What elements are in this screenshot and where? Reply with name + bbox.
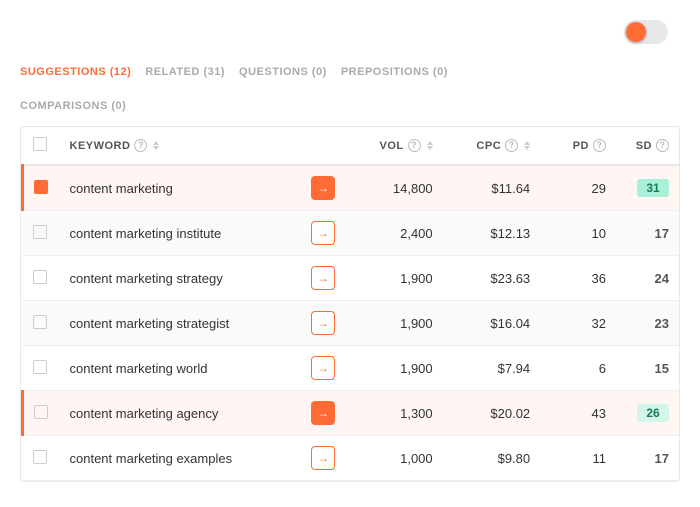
sd-value: 23 — [614, 301, 679, 346]
cpc-value: $20.02 — [441, 391, 539, 436]
pd-value: 10 — [538, 211, 614, 256]
table-row: content marketing institute→2,400$12.131… — [23, 211, 680, 256]
sd-value: 26 — [614, 391, 679, 436]
table-row: content marketing strategy → 1,900$23.6336… — [23, 256, 680, 301]
cpc-value: $7.94 — [441, 346, 539, 391]
pd-value: 43 — [538, 391, 614, 436]
vol-value: 1,300 — [343, 391, 441, 436]
col-header-cpc: CPC ? — [441, 127, 539, 165]
row-checkbox[interactable] — [33, 270, 47, 284]
pd-info-icon[interactable]: ? — [593, 139, 606, 152]
keyword-text: content marketing world — [70, 361, 304, 376]
tab-questions[interactable]: QUESTIONS (0) — [239, 62, 341, 82]
pd-value: 36 — [538, 256, 614, 301]
keyword-text: content marketing institute — [70, 226, 304, 241]
table-row: content marketing agency → 1,300$20.024326 — [23, 391, 680, 436]
table-row: content marketing → 14,800$11.642931 — [23, 165, 680, 211]
tab-prepositions[interactable]: PREPOSITIONS (0) — [341, 62, 462, 82]
cpc-value: $23.63 — [441, 256, 539, 301]
sd-value: 24 — [614, 256, 679, 301]
vol-value: 2,400 — [343, 211, 441, 256]
tab-comparisons[interactable]: COMPARISONS (0) — [20, 96, 140, 116]
col-header-keyword: KEYWORD ? — [62, 127, 344, 165]
vol-info-icon[interactable]: ? — [408, 139, 421, 152]
vol-value: 1,900 — [343, 301, 441, 346]
toggle-knob — [626, 22, 646, 42]
cpc-value: $9.80 — [441, 436, 539, 481]
table-row: content marketing world → 1,900$7.94615 — [23, 346, 680, 391]
sd-value: 17 — [614, 211, 679, 256]
keyword-table: KEYWORD ? VOL ? — [20, 126, 680, 482]
col-header-pd: PD ? — [538, 127, 614, 165]
row-checkbox[interactable] — [33, 450, 47, 464]
row-checkbox[interactable] — [33, 225, 47, 239]
keyword-info-icon[interactable]: ? — [134, 139, 147, 152]
sd-value: 15 — [614, 346, 679, 391]
keyword-arrow-button[interactable]: → — [311, 221, 335, 245]
keyword-arrow-button[interactable]: → — [311, 446, 335, 470]
table-row: content marketing examples → 1,000$9.80111… — [23, 436, 680, 481]
cpc-sort-arrows[interactable] — [524, 141, 530, 150]
col-header-check — [23, 127, 62, 165]
pd-value: 6 — [538, 346, 614, 391]
sd-value: 17 — [614, 436, 679, 481]
vol-value: 14,800 — [343, 165, 441, 211]
keyword-text: content marketing examples — [70, 451, 304, 466]
vol-value: 1,900 — [343, 346, 441, 391]
cpc-value: $16.04 — [441, 301, 539, 346]
cpc-info-icon[interactable]: ? — [505, 139, 518, 152]
tab-related[interactable]: RELATED (31) — [145, 62, 239, 82]
row-checkbox[interactable] — [34, 180, 48, 194]
row-checkbox[interactable] — [33, 360, 47, 374]
cpc-value: $12.13 — [441, 211, 539, 256]
row-checkbox[interactable] — [33, 315, 47, 329]
toggle-track[interactable] — [624, 20, 668, 44]
tabs-row1: SUGGESTIONS (12) RELATED (31) QUESTIONS … — [20, 62, 680, 82]
pd-value: 29 — [538, 165, 614, 211]
keyword-sort-arrows[interactable] — [153, 141, 159, 150]
keyword-arrow-button[interactable]: → — [311, 266, 335, 290]
sd-value: 31 — [614, 165, 679, 211]
vol-value: 1,000 — [343, 436, 441, 481]
keyword-arrow-button[interactable]: → — [311, 356, 335, 380]
keyword-arrow-button[interactable]: → — [311, 176, 335, 200]
toggle-switch[interactable] — [624, 20, 668, 44]
table-row: content marketing strategist → 1,900$16.04… — [23, 301, 680, 346]
cpc-value: $11.64 — [441, 165, 539, 211]
col-header-sd: SD ? — [614, 127, 679, 165]
tabs-row2: COMPARISONS (0) — [20, 96, 680, 116]
pd-value: 32 — [538, 301, 614, 346]
vol-sort-arrows[interactable] — [427, 141, 433, 150]
keyword-arrow-button[interactable]: → — [311, 311, 335, 335]
keyword-text: content marketing strategist — [70, 316, 304, 331]
vol-value: 1,900 — [343, 256, 441, 301]
select-all-checkbox[interactable] — [33, 137, 47, 151]
pd-value: 11 — [538, 436, 614, 481]
row-checkbox[interactable] — [34, 405, 48, 419]
tab-suggestions[interactable]: SUGGESTIONS (12) — [20, 62, 145, 82]
keyword-text: content marketing agency — [70, 406, 304, 421]
sd-info-icon[interactable]: ? — [656, 139, 669, 152]
col-header-vol: VOL ? — [343, 127, 441, 165]
keyword-text: content marketing — [70, 181, 304, 196]
keyword-text: content marketing strategy — [70, 271, 304, 286]
keyword-arrow-button[interactable]: → — [311, 401, 335, 425]
